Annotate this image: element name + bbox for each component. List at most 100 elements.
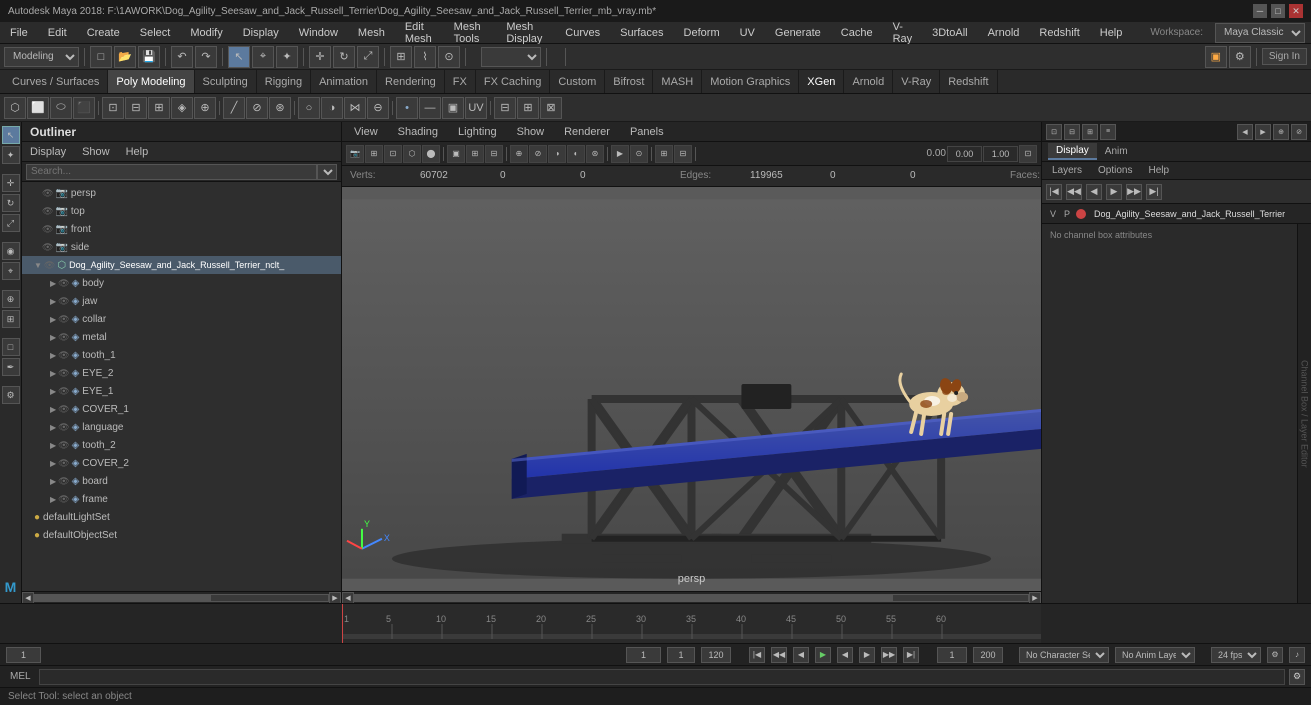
show-manip-btn[interactable]: ⊕ bbox=[2, 290, 20, 308]
menu-help[interactable]: Help bbox=[1096, 25, 1127, 41]
play-reverse-btn[interactable]: ◀ bbox=[837, 647, 853, 663]
new-scene-btn[interactable]: □ bbox=[90, 46, 112, 68]
outliner-item-lightset[interactable]: ● defaultLightSet bbox=[22, 508, 341, 526]
render-region-btn[interactable]: □ bbox=[2, 338, 20, 356]
menu-mesh-tools[interactable]: Mesh Tools bbox=[450, 19, 491, 47]
skip-end-btn[interactable]: ▶| bbox=[903, 647, 919, 663]
outliner-item-persp[interactable]: 👁 📷 persp bbox=[22, 184, 341, 202]
range-end-input[interactable] bbox=[973, 647, 1003, 663]
vp-smooth-btn[interactable]: ⬤ bbox=[422, 145, 440, 163]
tab-animation[interactable]: Animation bbox=[311, 70, 377, 93]
outliner-menu-show[interactable]: Show bbox=[78, 144, 114, 160]
rotate-tool-btn[interactable]: ↻ bbox=[2, 194, 20, 212]
vp-menu-view[interactable]: View bbox=[350, 124, 382, 140]
play-btn[interactable]: ▶ bbox=[815, 647, 831, 663]
vp-layout1-btn[interactable]: ▣ bbox=[447, 145, 465, 163]
menu-3dtoall[interactable]: 3DtoAll bbox=[928, 25, 971, 41]
tab-rendering[interactable]: Rendering bbox=[377, 70, 445, 93]
ch-nav-next-key[interactable]: ▶▶ bbox=[1126, 184, 1142, 200]
expand-arrow-cover1[interactable]: ▶ bbox=[50, 405, 56, 414]
ch-nav-skip-start[interactable]: |◀ bbox=[1046, 184, 1062, 200]
expand-arrow-language[interactable]: ▶ bbox=[50, 423, 56, 432]
prev-frame-btn[interactable]: ◀ bbox=[793, 647, 809, 663]
tab-motion-graphics[interactable]: Motion Graphics bbox=[702, 70, 799, 93]
outliner-item-eye1[interactable]: ▶ 👁 ◈ EYE_1 bbox=[22, 382, 341, 400]
outliner-item-objectset[interactable]: ● defaultObjectSet bbox=[22, 526, 341, 544]
poly-cyl-btn[interactable]: ⬭ bbox=[50, 97, 72, 119]
vp-menu-show[interactable]: Show bbox=[513, 124, 549, 140]
tab-rigging[interactable]: Rigging bbox=[257, 70, 311, 93]
vp-menu-shading[interactable]: Shading bbox=[394, 124, 442, 140]
menu-modify[interactable]: Modify bbox=[186, 25, 226, 41]
close-button[interactable]: ✕ bbox=[1289, 4, 1303, 18]
tab-poly-modeling[interactable]: Poly Modeling bbox=[108, 70, 194, 93]
mel-options-btn[interactable]: ⚙ bbox=[1289, 669, 1305, 685]
outliner-item-front[interactable]: 👁 📷 front bbox=[22, 220, 341, 238]
sound-btn[interactable]: ♪ bbox=[1289, 647, 1305, 663]
tab-bifrost[interactable]: Bifrost bbox=[605, 70, 653, 93]
ch-icons-btn3[interactable]: ⊞ bbox=[1082, 124, 1098, 140]
poly-mirror-btn[interactable]: ⋈ bbox=[344, 97, 366, 119]
menu-mesh-display[interactable]: Mesh Display bbox=[502, 19, 549, 47]
fps-selector[interactable]: 24 fps bbox=[1211, 647, 1261, 663]
outliner-item-body[interactable]: ▶ 👁 ◈ body bbox=[22, 274, 341, 292]
vp-render1-btn[interactable]: ▶ bbox=[611, 145, 629, 163]
outliner-item-tooth1[interactable]: ▶ 👁 ◈ tooth_1 bbox=[22, 346, 341, 364]
scroll-right-btn[interactable]: ▶ bbox=[329, 592, 341, 604]
poly-smooth-btn[interactable]: ○ bbox=[298, 97, 320, 119]
menu-surfaces[interactable]: Surfaces bbox=[616, 25, 667, 41]
tab-custom[interactable]: Custom bbox=[550, 70, 605, 93]
vp-grid-btn[interactable]: ⊞ bbox=[365, 145, 383, 163]
vp-menu-renderer[interactable]: Renderer bbox=[560, 124, 614, 140]
vp-checkbox[interactable]: V bbox=[1048, 209, 1058, 219]
select-tool-btn[interactable]: ↖ bbox=[2, 126, 20, 144]
next-key-btn[interactable]: ▶▶ bbox=[881, 647, 897, 663]
minimize-button[interactable]: ─ bbox=[1253, 4, 1267, 18]
sculpt-btn[interactable]: ⌖ bbox=[2, 262, 20, 280]
menu-edit[interactable]: Edit bbox=[44, 25, 71, 41]
paint-btn[interactable]: ✦ bbox=[276, 46, 298, 68]
range-start-input[interactable] bbox=[937, 647, 967, 663]
snap-point-btn[interactable]: ⊙ bbox=[438, 46, 460, 68]
outliner-item-language[interactable]: ▶ 👁 ◈ language bbox=[22, 418, 341, 436]
outliner-item-top[interactable]: 👁 📷 top bbox=[22, 202, 341, 220]
poly-bridge-btn[interactable]: ⊟ bbox=[125, 97, 147, 119]
tab-curves-surfaces[interactable]: Curves / Surfaces bbox=[4, 70, 108, 93]
expand-arrow-collar[interactable]: ▶ bbox=[50, 315, 56, 324]
ch-nav-next[interactable]: ▶ bbox=[1106, 184, 1122, 200]
outliner-item-eye2[interactable]: ▶ 👁 ◈ EYE_2 bbox=[22, 364, 341, 382]
expand-arrow-jaw[interactable]: ▶ bbox=[50, 297, 56, 306]
workspace-selector[interactable]: Maya Classic bbox=[1215, 23, 1305, 43]
expand-arrow-frame[interactable]: ▶ bbox=[50, 495, 56, 504]
undo-btn[interactable]: ↶ bbox=[171, 46, 193, 68]
menu-window[interactable]: Window bbox=[295, 25, 342, 41]
end-frame-input[interactable] bbox=[701, 647, 731, 663]
prev-key-btn[interactable]: ◀◀ bbox=[771, 647, 787, 663]
expand-arrow-root[interactable]: ▼ bbox=[34, 261, 42, 270]
current-frame-input[interactable] bbox=[6, 647, 41, 663]
expand-arrow-eye1[interactable]: ▶ bbox=[50, 387, 56, 396]
outliner-item-cover2[interactable]: ▶ 👁 ◈ COVER_2 bbox=[22, 454, 341, 472]
ch-nav-prev-key[interactable]: ◀◀ bbox=[1066, 184, 1082, 200]
poly-merge-btn[interactable]: ⊞ bbox=[148, 97, 170, 119]
camera-far-input[interactable] bbox=[983, 146, 1018, 162]
snap-grid-btn[interactable]: ⊞ bbox=[390, 46, 412, 68]
move-tool-btn[interactable]: ✛ bbox=[2, 174, 20, 192]
outliner-item-jaw[interactable]: ▶ 👁 ◈ jaw bbox=[22, 292, 341, 310]
select-vert-btn[interactable]: • bbox=[396, 97, 418, 119]
menu-edit-mesh[interactable]: Edit Mesh bbox=[401, 19, 438, 47]
vp-render2-btn[interactable]: ⊙ bbox=[630, 145, 648, 163]
paint-select-btn[interactable]: ✦ bbox=[2, 146, 20, 164]
outliner-item-collar[interactable]: ▶ 👁 ◈ collar bbox=[22, 310, 341, 328]
menu-create[interactable]: Create bbox=[83, 25, 124, 41]
vp-select-all-btn[interactable]: ⊕ bbox=[510, 145, 528, 163]
menu-mesh[interactable]: Mesh bbox=[354, 25, 389, 41]
tool-settings-btn[interactable]: ⚙ bbox=[2, 386, 20, 404]
outliner-item-root[interactable]: ▼ 👁 ⬡ Dog_Agility_Seesaw_and_Jack_Russel… bbox=[22, 256, 341, 274]
poly-bevel-btn[interactable]: ◈ bbox=[171, 97, 193, 119]
scale-btn[interactable]: ⤢ bbox=[357, 46, 379, 68]
poly-sphere-btn[interactable]: ⬡ bbox=[4, 97, 26, 119]
poly-plane-btn[interactable]: ⬛ bbox=[73, 97, 95, 119]
expand-arrow-cover2[interactable]: ▶ bbox=[50, 459, 56, 468]
outliner-item-frame[interactable]: ▶ 👁 ◈ frame bbox=[22, 490, 341, 508]
